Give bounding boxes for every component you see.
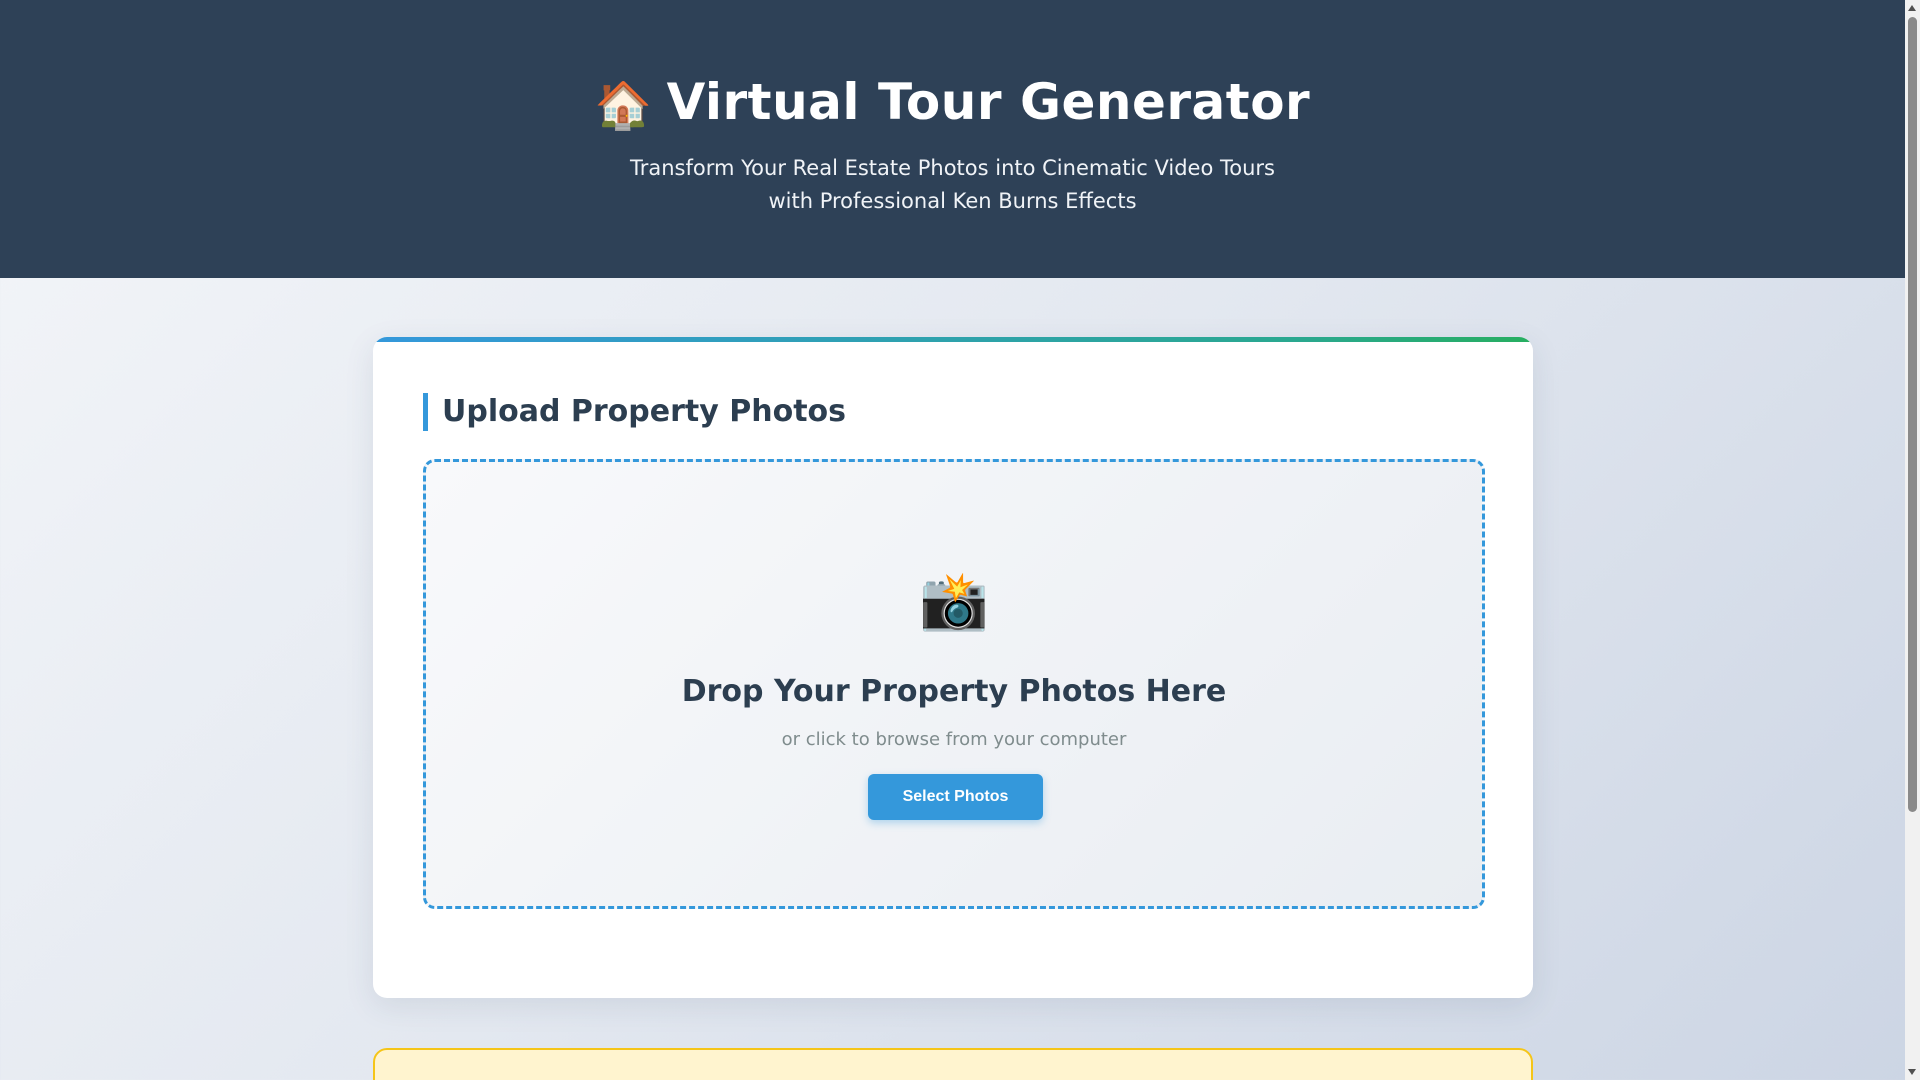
upload-card: Upload Property Photos 📸 Drop Your Prope… xyxy=(373,337,1533,998)
scroll-up-arrow-icon[interactable] xyxy=(1908,5,1916,11)
photo-dropzone[interactable]: 📸 Drop Your Property Photos Here or clic… xyxy=(423,459,1485,909)
app-subtitle-line2: with Professional Ken Burns Effects xyxy=(768,189,1137,213)
notice-card xyxy=(373,1048,1533,1080)
house-icon: 🏠 xyxy=(594,78,653,132)
app-subtitle: Transform Your Real Estate Photos into C… xyxy=(0,152,1905,218)
dropzone-subtitle: or click to browse from your computer xyxy=(781,729,1127,750)
app-title-text: Virtual Tour Generator xyxy=(666,73,1311,131)
card-accent-bar xyxy=(373,337,1533,342)
dropzone-title: Drop Your Property Photos Here xyxy=(681,674,1227,709)
page-scrollbar[interactable] xyxy=(1905,0,1920,1080)
page-header: 🏠 Virtual Tour Generator Transform Your R… xyxy=(0,0,1905,278)
app-title: 🏠 Virtual Tour Generator xyxy=(0,70,1905,137)
section-title: Upload Property Photos xyxy=(423,393,846,431)
scrollbar-thumb[interactable] xyxy=(1908,17,1917,812)
camera-icon: 📸 xyxy=(919,569,989,634)
select-photos-button[interactable]: Select Photos xyxy=(868,774,1043,820)
scroll-down-arrow-icon[interactable] xyxy=(1908,1069,1916,1075)
app-subtitle-line1: Transform Your Real Estate Photos into C… xyxy=(630,156,1275,180)
